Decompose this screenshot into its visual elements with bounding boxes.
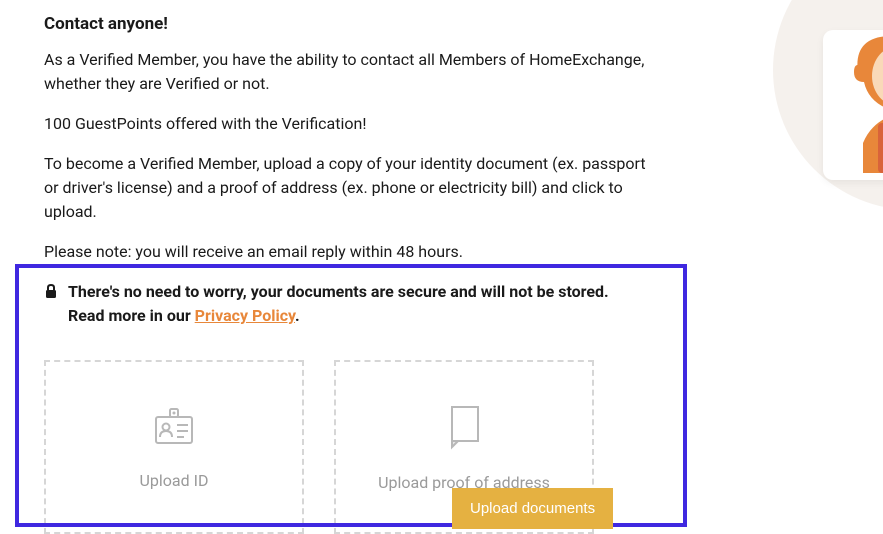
paragraph-note: Please note: you will receive an email r…: [44, 240, 650, 264]
upload-documents-button[interactable]: Upload documents: [452, 488, 613, 529]
paragraph-instructions: To become a Verified Member, upload a co…: [44, 152, 650, 224]
paragraph-guestpoints: 100 GuestPoints offered with the Verific…: [44, 112, 650, 136]
illustration-avatar: [818, 18, 883, 178]
heading-contact-anyone: Contact anyone!: [44, 14, 650, 34]
paragraph-verified-member: As a Verified Member, you have the abili…: [44, 48, 650, 96]
